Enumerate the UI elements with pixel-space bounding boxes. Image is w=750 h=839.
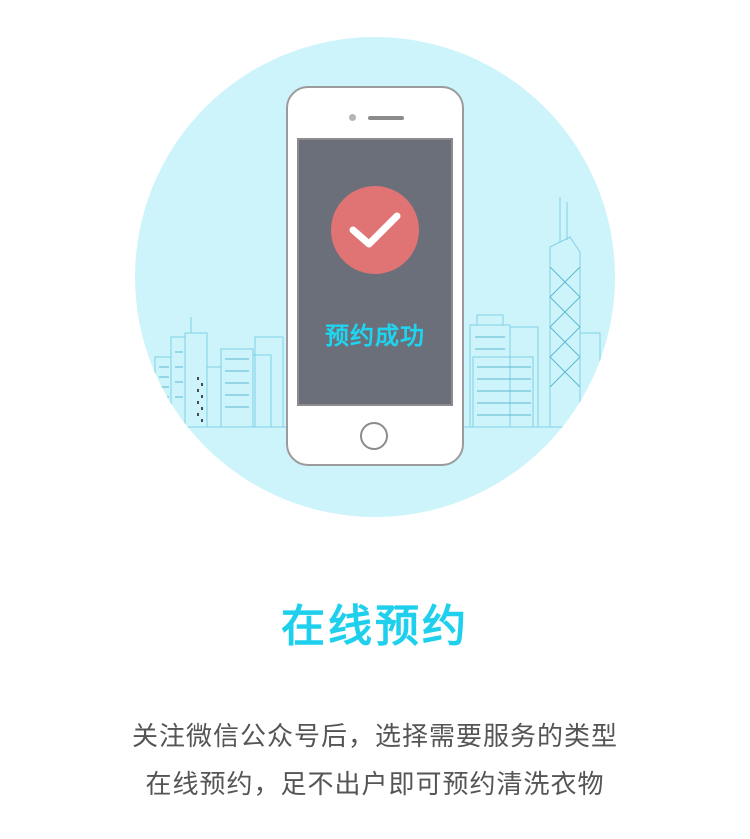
phone-mockup: 预约成功	[286, 86, 464, 466]
phone-screen: 预约成功	[297, 138, 453, 406]
hero-illustration: 预约成功	[0, 0, 750, 540]
phone-speaker	[368, 116, 404, 120]
checkmark-icon	[349, 212, 401, 248]
section-title: 在线预约	[281, 601, 469, 652]
description-line-1: 关注微信公众号后，选择需要服务的类型	[131, 722, 618, 752]
booking-success-text: 预约成功	[325, 322, 425, 350]
phone-home-button	[360, 422, 388, 450]
success-badge	[331, 186, 419, 274]
phone-camera	[349, 114, 356, 121]
description-line-2: 在线预约，足不出户即可预约清洗衣物	[145, 770, 605, 800]
